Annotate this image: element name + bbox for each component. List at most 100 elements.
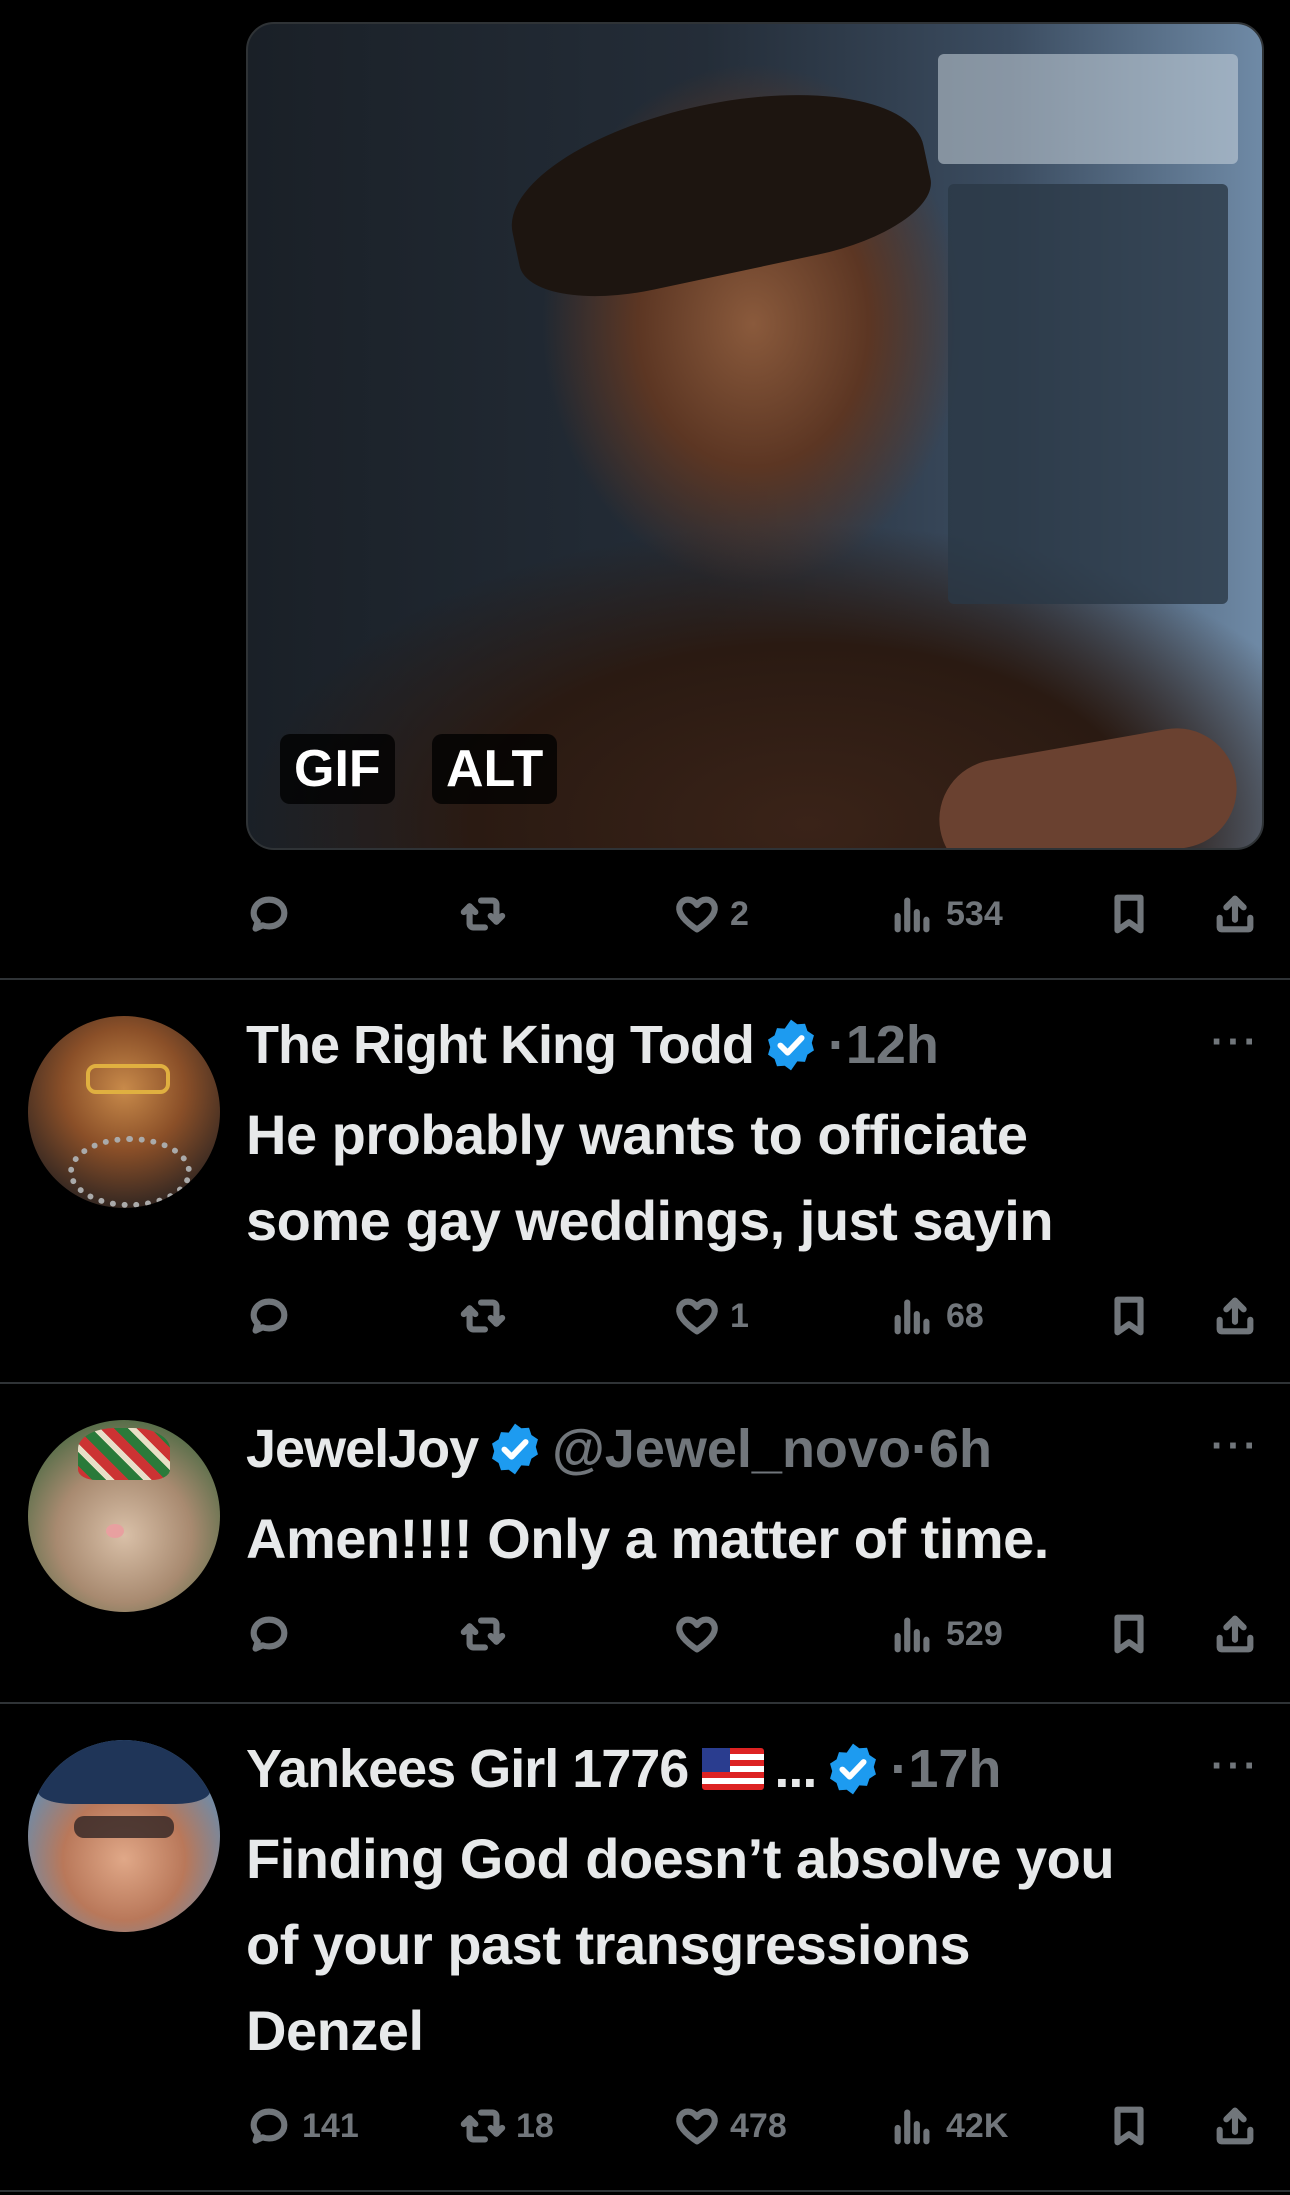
display-name[interactable]: Yankees Girl 1776	[246, 1738, 689, 1800]
bookmark-icon	[1106, 891, 1152, 937]
avatar[interactable]	[28, 1420, 220, 1612]
views-icon	[890, 1293, 936, 1339]
tweet-actions: 1 68	[246, 1286, 1264, 1346]
reply-button[interactable]: 141	[246, 2096, 359, 2156]
views-button[interactable]: 529	[890, 1604, 1003, 1664]
separator-dot: ·	[910, 1419, 929, 1479]
avatar-glasses-shape	[86, 1064, 170, 1094]
like-button[interactable]: 478	[674, 2096, 787, 2156]
media-figure-shape	[929, 718, 1247, 848]
like-icon	[674, 2103, 720, 2149]
verified-badge-icon	[762, 1016, 820, 1074]
alt-badge[interactable]: ALT	[432, 734, 558, 804]
retweet-icon	[460, 891, 506, 937]
more-icon[interactable]: ···	[1211, 1744, 1260, 1789]
views-count: 68	[946, 1296, 984, 1335]
timestamp[interactable]: 6h	[929, 1418, 992, 1480]
reply-button[interactable]	[246, 884, 302, 944]
share-icon	[1212, 2103, 1258, 2149]
tweet-header: JewelJoy @Jewel_novo · 6h	[246, 1414, 992, 1484]
display-name[interactable]: JewelJoy	[246, 1418, 479, 1480]
like-count: 2	[730, 894, 749, 933]
tweet-header: The Right King Todd · 12h	[246, 1010, 939, 1080]
us-flag-icon	[702, 1748, 765, 1790]
retweet-icon	[460, 2103, 506, 2149]
like-icon	[674, 891, 720, 937]
views-button[interactable]: 68	[890, 1286, 984, 1346]
avatar[interactable]	[28, 1740, 220, 1932]
tweet-divider	[0, 1702, 1290, 1704]
tweet-divider	[0, 978, 1290, 980]
views-count: 42K	[946, 2106, 1009, 2145]
tweet-divider	[0, 1382, 1290, 1384]
share-button[interactable]	[1212, 884, 1258, 944]
like-count: 1	[730, 1296, 749, 1335]
retweet-button[interactable]	[460, 884, 516, 944]
tweet-text: Finding God doesn’t absolve you of your …	[246, 1827, 1115, 2062]
retweet-button[interactable]	[460, 1604, 516, 1664]
tweet-divider	[0, 2190, 1290, 2192]
views-count: 529	[946, 1614, 1003, 1653]
reply-count: 141	[302, 2106, 359, 2145]
display-name[interactable]: The Right King Todd	[246, 1014, 755, 1076]
avatar-chain-shape	[68, 1136, 192, 1208]
share-button[interactable]	[1212, 1286, 1258, 1346]
like-button[interactable]	[674, 1604, 730, 1664]
like-icon	[674, 1611, 720, 1657]
like-button[interactable]: 2	[674, 884, 749, 944]
retweet-icon	[460, 1611, 506, 1657]
bookmark-button[interactable]	[1106, 1286, 1152, 1346]
reply-button[interactable]	[246, 1604, 302, 1664]
more-icon[interactable]: ···	[1211, 1424, 1260, 1469]
tweet-text: He probably wants to officiate some gay …	[246, 1103, 1054, 1252]
more-icon[interactable]: ···	[1211, 1020, 1260, 1065]
like-icon	[674, 1293, 720, 1339]
share-icon	[1212, 1293, 1258, 1339]
bookmark-icon	[1106, 1611, 1152, 1657]
views-button[interactable]: 42K	[890, 2096, 1008, 2156]
tweet-media-gif[interactable]	[246, 22, 1264, 850]
reply-icon	[246, 891, 292, 937]
tweet-text: Amen!!!! Only a matter of time.	[246, 1507, 1049, 1570]
bookmark-button[interactable]	[1106, 884, 1152, 944]
gif-badge: GIF	[280, 734, 395, 804]
verified-badge-icon	[486, 1420, 544, 1478]
timestamp[interactable]: 12h	[846, 1014, 939, 1076]
separator-dot: ·	[890, 1739, 909, 1799]
tweet-actions: 2 534	[246, 884, 1264, 944]
media-background-shape	[938, 54, 1238, 164]
tweet-actions: 141 18 478 42K	[246, 2096, 1264, 2156]
retweet-icon	[460, 1293, 506, 1339]
avatar-hat-shape	[78, 1428, 170, 1480]
retweet-button[interactable]	[460, 1286, 516, 1346]
views-icon	[890, 2103, 936, 2149]
user-handle[interactable]: @Jewel_novo	[552, 1418, 911, 1480]
bookmark-icon	[1106, 1293, 1152, 1339]
tweet-header: Yankees Girl 1776 ... · 17h	[246, 1734, 1001, 1804]
avatar[interactable]	[28, 1016, 220, 1208]
views-icon	[890, 891, 936, 937]
bookmark-button[interactable]	[1106, 1604, 1152, 1664]
reply-icon	[246, 1293, 292, 1339]
reply-icon	[246, 1611, 292, 1657]
like-count: 478	[730, 2106, 787, 2145]
retweet-count: 18	[516, 2106, 554, 2145]
views-button[interactable]: 534	[890, 884, 1003, 944]
media-figure-shape	[494, 62, 942, 316]
timestamp[interactable]: 17h	[908, 1738, 1001, 1800]
separator-dot: ·	[827, 1015, 846, 1075]
avatar-sunglasses-shape	[74, 1816, 174, 1838]
media-background-shape	[948, 184, 1228, 604]
views-icon	[890, 1611, 936, 1657]
reply-icon	[246, 2103, 292, 2149]
tweet-actions: 529	[246, 1604, 1264, 1664]
share-button[interactable]	[1212, 1604, 1258, 1664]
views-count: 534	[946, 894, 1003, 933]
like-button[interactable]: 1	[674, 1286, 749, 1346]
avatar-nose-shape	[106, 1524, 124, 1538]
name-ellipsis: ...	[774, 1739, 817, 1799]
bookmark-button[interactable]	[1106, 2096, 1152, 2156]
share-button[interactable]	[1212, 2096, 1258, 2156]
retweet-button[interactable]: 18	[460, 2096, 554, 2156]
reply-button[interactable]	[246, 1286, 302, 1346]
